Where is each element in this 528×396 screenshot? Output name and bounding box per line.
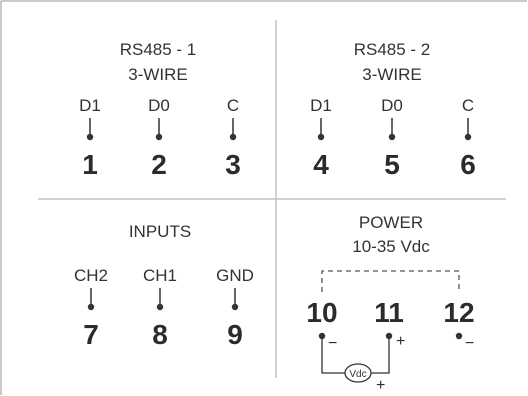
terminal-2: D0 2 — [148, 96, 170, 180]
pin-label: CH1 — [143, 266, 177, 285]
terminal-11-polarity: + — [396, 333, 405, 350]
supply-wire-return — [371, 339, 390, 374]
pin-label: C — [462, 96, 474, 115]
pin-dot — [229, 133, 237, 141]
terminal-number: 2 — [151, 149, 167, 180]
terminal-diagram: RS485 - 1 3-WIRE D1 1 D0 2 C 3 RS485 - 2… — [0, 0, 527, 395]
terminal-10-polarity: − — [328, 335, 337, 352]
rs485-1-title: RS485 - 1 — [120, 40, 197, 59]
rs485-2-title: RS485 - 2 — [354, 40, 431, 59]
pin-label: CH2 — [74, 266, 108, 285]
pin-label: C — [227, 96, 239, 115]
terminal-9: GND 9 — [216, 266, 254, 350]
pin-label: GND — [216, 266, 254, 285]
terminal-12-number: 12 — [443, 297, 474, 328]
pin-dot — [231, 303, 239, 311]
pin-dot — [87, 303, 95, 311]
pin-dot — [86, 133, 94, 141]
terminal-11-dot — [385, 332, 393, 340]
terminal-10-number: 10 — [306, 297, 337, 328]
power-section: POWER 10-35 Vdc 10 11 12 − + − Vdc + — [306, 213, 474, 394]
terminal-number: 7 — [83, 319, 99, 350]
pin-label: D0 — [381, 96, 403, 115]
inputs-title: INPUTS — [129, 222, 191, 241]
terminal-number: 3 — [225, 149, 241, 180]
terminal-7: CH2 7 — [74, 266, 108, 350]
terminal-6: C 6 — [460, 96, 476, 180]
pin-label: D1 — [310, 96, 332, 115]
terminal-11-number: 11 — [374, 297, 404, 328]
terminal-5: D0 5 — [381, 96, 403, 180]
pin-dot — [156, 303, 164, 311]
dashed-jumper-wire — [321, 270, 460, 292]
pin-dot — [388, 133, 396, 141]
rs485-2-section: RS485 - 2 3-WIRE D1 4 D0 5 C 6 — [310, 40, 476, 180]
terminal-3: C 3 — [225, 96, 241, 180]
power-title: POWER — [359, 213, 423, 232]
terminal-8: CH1 8 — [143, 266, 177, 350]
terminal-12-dot — [455, 332, 463, 340]
wiring-diagram: RS485 - 1 3-WIRE D1 1 D0 2 C 3 RS485 - 2… — [0, 0, 528, 396]
rs485-1-subtitle: 3-WIRE — [128, 65, 188, 84]
terminal-number: 8 — [152, 319, 168, 350]
pin-label: D1 — [79, 96, 101, 115]
terminal-1: D1 1 — [79, 96, 101, 180]
rs485-2-subtitle: 3-WIRE — [362, 65, 422, 84]
rs485-1-section: RS485 - 1 3-WIRE D1 1 D0 2 C 3 — [79, 40, 241, 180]
terminal-number: 9 — [227, 319, 243, 350]
pin-dot — [464, 133, 472, 141]
terminal-12-polarity: − — [465, 335, 474, 352]
terminal-number: 1 — [82, 149, 98, 180]
terminal-10-dot — [318, 332, 326, 340]
pin-dot — [155, 133, 163, 141]
terminal-number: 4 — [313, 149, 329, 180]
terminal-number: 6 — [460, 149, 476, 180]
vdc-source-icon: Vdc — [344, 363, 372, 383]
inputs-section: INPUTS CH2 7 CH1 8 GND 9 — [74, 222, 254, 350]
vdc-source-label: Vdc — [349, 369, 366, 380]
pin-dot — [317, 133, 325, 141]
power-subtitle: 10-35 Vdc — [352, 237, 430, 256]
terminal-number: 5 — [384, 149, 400, 180]
terminal-4: D1 4 — [310, 96, 332, 180]
pin-label: D0 — [148, 96, 170, 115]
vdc-source-polarity: + — [376, 377, 385, 394]
